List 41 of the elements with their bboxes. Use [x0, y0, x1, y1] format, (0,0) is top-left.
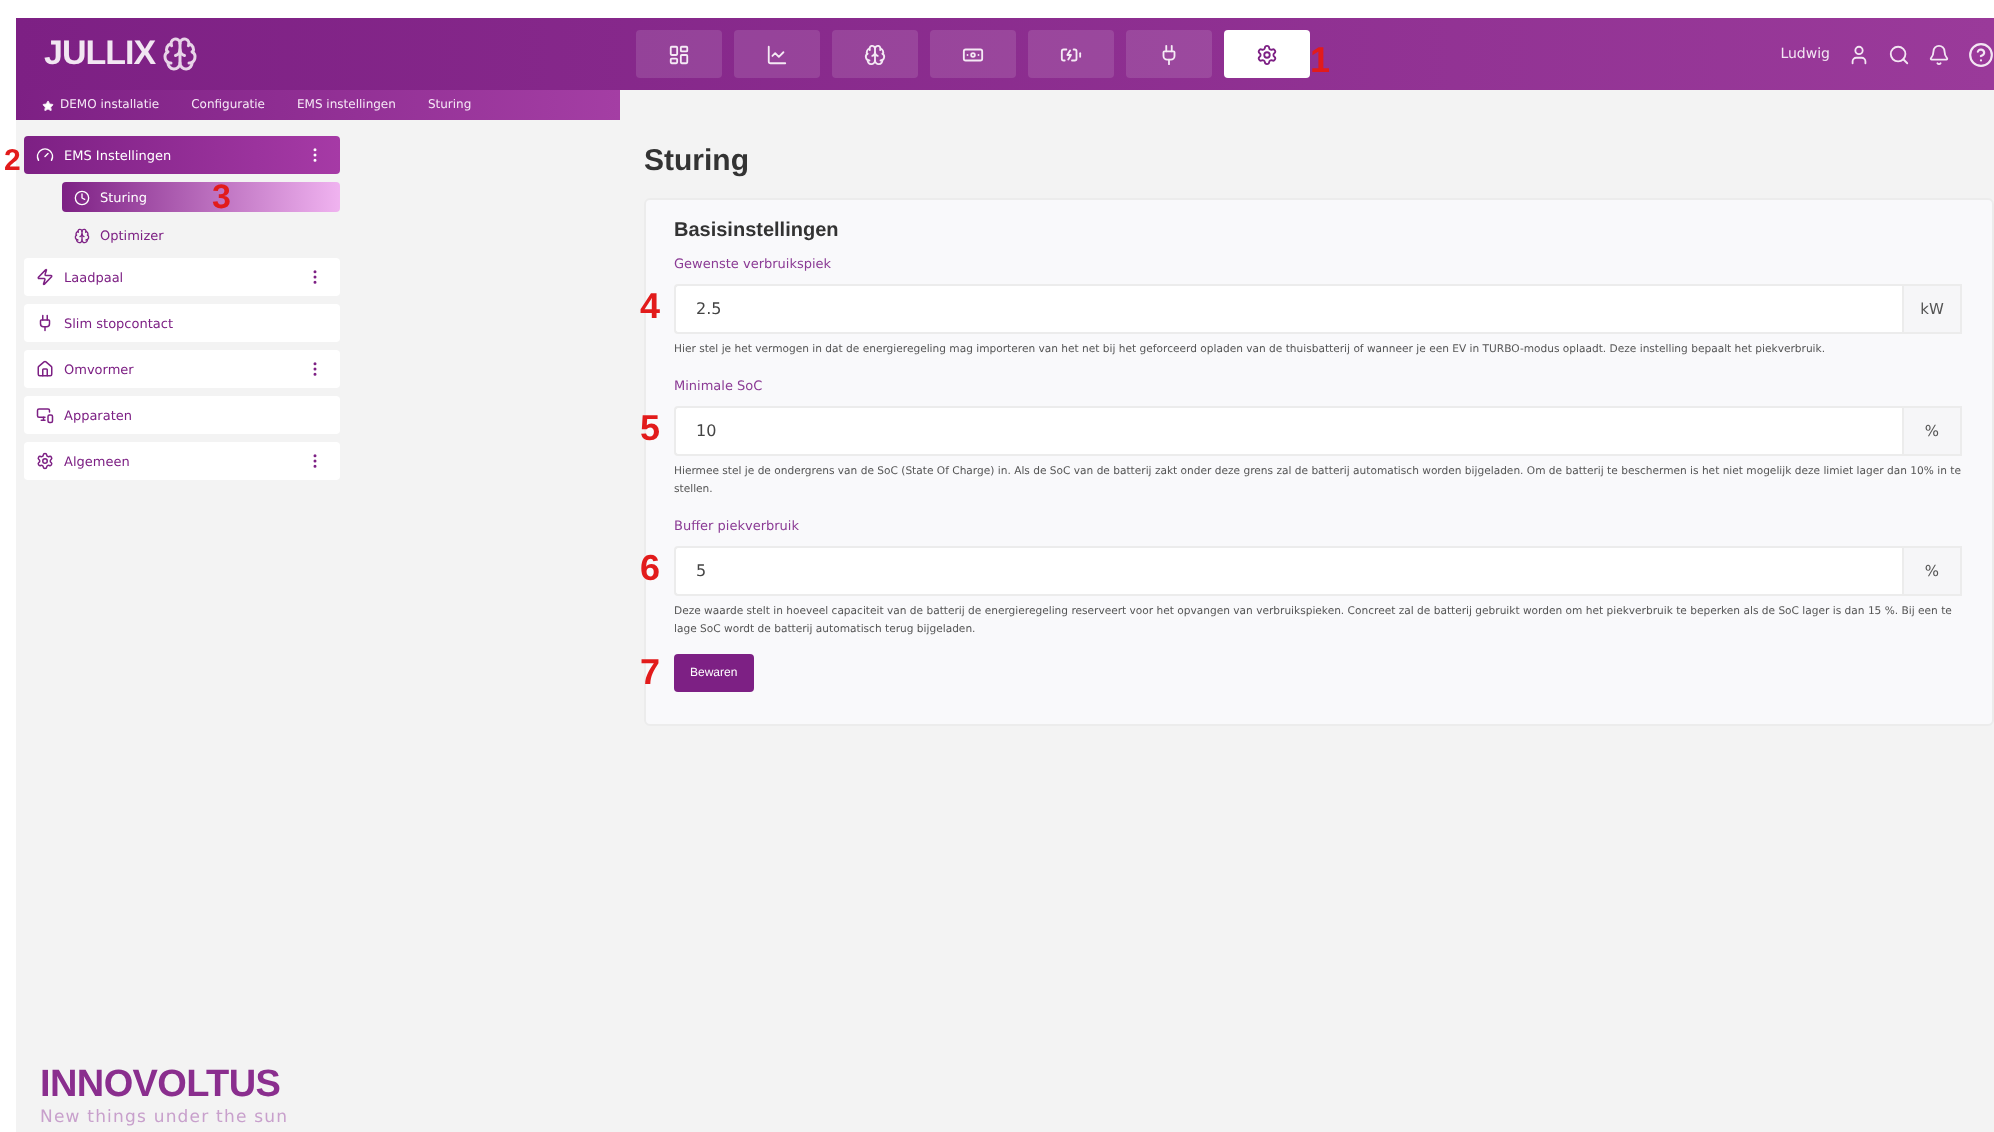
house-icon — [36, 360, 54, 378]
gauge-icon — [36, 146, 54, 164]
brand-tagline: New things under the sun — [40, 1108, 291, 1128]
settings-icon — [36, 452, 54, 470]
device-icon — [36, 406, 54, 424]
help-icon[interactable] — [1968, 41, 1994, 67]
annotation-number: 2 — [4, 144, 21, 178]
user-icon[interactable] — [1848, 43, 1870, 65]
nav-tab[interactable] — [1224, 30, 1310, 78]
nav-tab[interactable] — [930, 30, 1016, 78]
nav-tab[interactable] — [636, 30, 722, 78]
line-chart-icon — [766, 43, 788, 65]
input-field[interactable]: 10 — [674, 406, 1902, 457]
settings-icon — [1256, 43, 1278, 65]
annotation-number: 6 — [640, 548, 661, 589]
plug-icon — [1158, 43, 1180, 65]
star-icon — [42, 99, 54, 111]
brain-icon — [864, 43, 886, 65]
brand-logo: INNOVOLTUS — [40, 1066, 283, 1108]
input-field[interactable]: 5 — [674, 546, 1902, 597]
plug-icon — [36, 314, 54, 332]
battery-icon — [1060, 43, 1082, 65]
page-title: Sturing — [644, 144, 751, 178]
search-icon[interactable] — [1888, 43, 1910, 65]
dashboard-icon — [668, 43, 690, 65]
card-title: Basisinstellingen — [674, 220, 841, 242]
bell-icon[interactable] — [1928, 43, 1950, 65]
clock-icon — [74, 189, 90, 205]
annotation-number: 5 — [640, 408, 661, 449]
lightning-icon — [36, 268, 54, 286]
brain-icon — [74, 227, 90, 243]
nav-tab[interactable] — [734, 30, 820, 78]
input-field[interactable]: 2.5 — [674, 284, 1902, 334]
annotation-number: 3 — [212, 178, 231, 216]
brain-logo-icon — [161, 36, 198, 72]
annotation-number: 7 — [640, 652, 661, 693]
banknote-icon — [962, 43, 984, 65]
nav-tab[interactable] — [832, 30, 918, 78]
annotation-number: 1 — [1310, 42, 1331, 78]
logo-text: JULLIX — [44, 34, 156, 74]
annotation-number: 4 — [640, 286, 661, 326]
